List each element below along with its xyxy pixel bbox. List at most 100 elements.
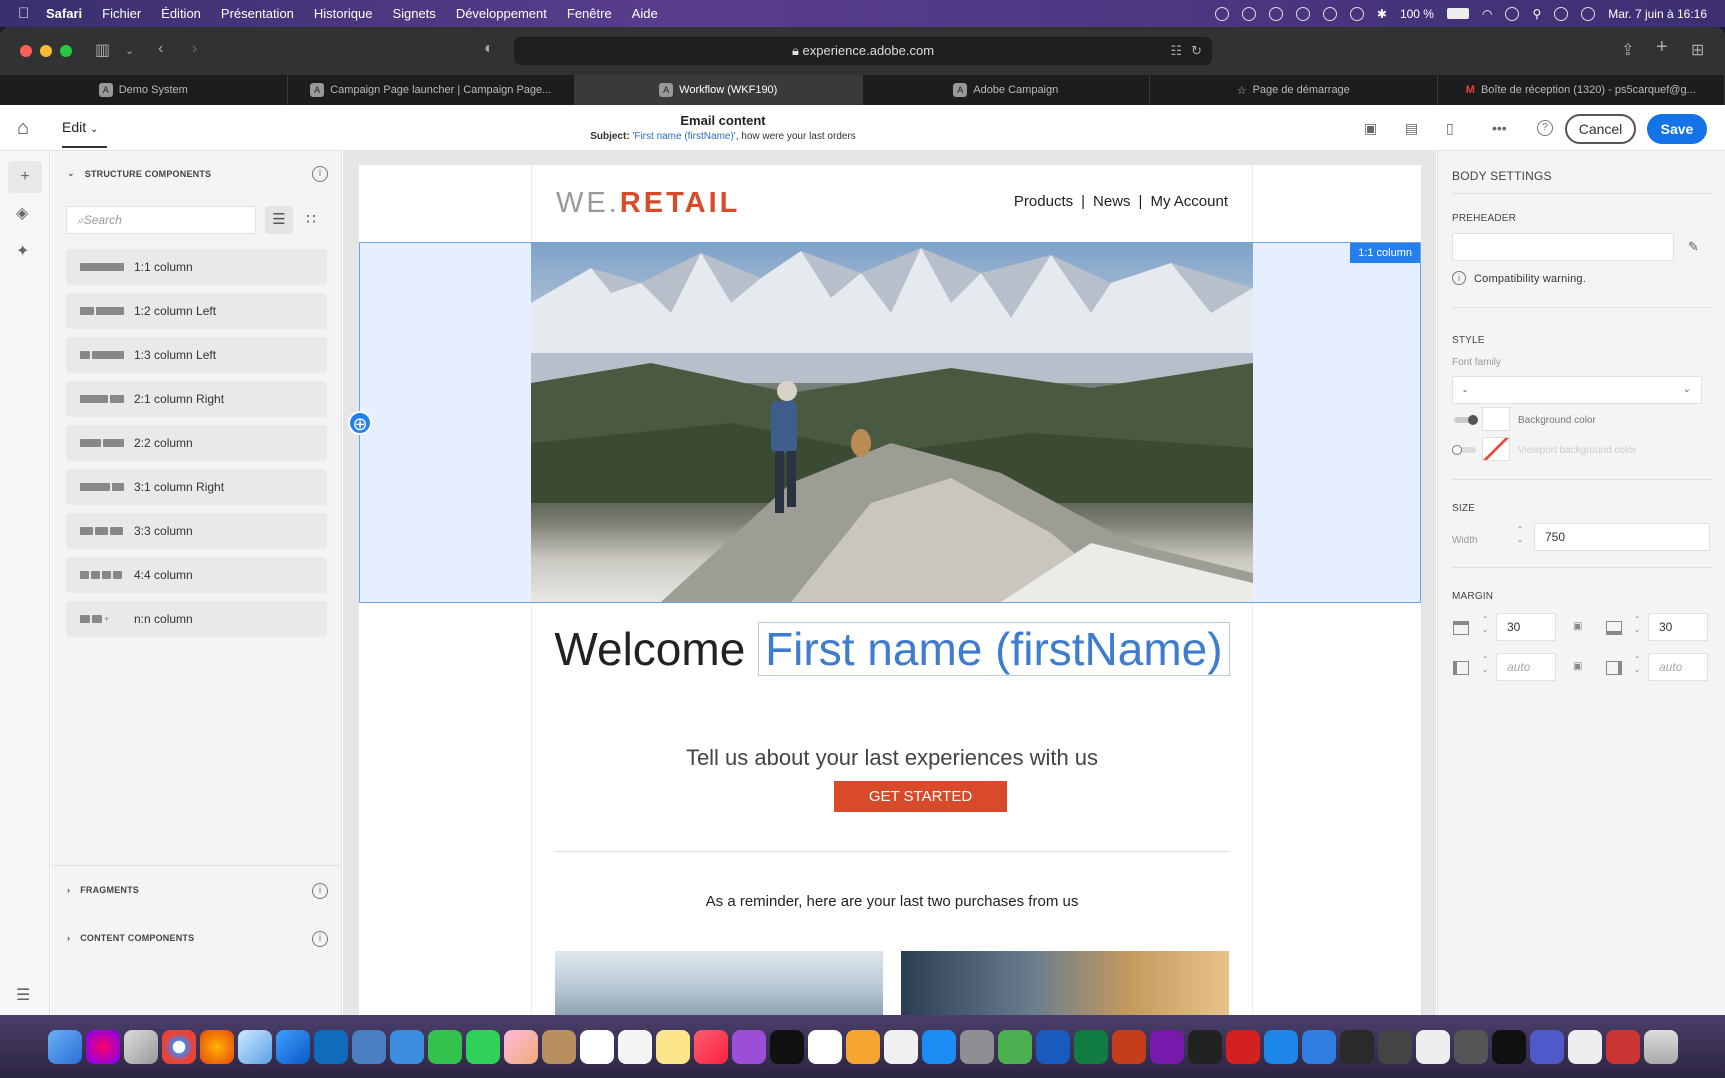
component-item[interactable]: 4:4 column — [66, 557, 327, 593]
search-input[interactable]: ⌕Search — [66, 206, 256, 234]
info-icon[interactable]: i — [312, 931, 328, 947]
numbers-icon[interactable] — [807, 1029, 842, 1064]
margin-left-stepper[interactable]: ⌃ ⌄ — [1478, 655, 1492, 675]
cancel-button[interactable]: Cancel — [1565, 114, 1636, 144]
menu-fichier[interactable]: Fichier — [102, 6, 141, 21]
pages-icon[interactable] — [883, 1029, 918, 1064]
inside-adobe-icon[interactable] — [1605, 1029, 1640, 1064]
outlook-icon[interactable] — [313, 1029, 348, 1064]
close-window-button[interactable] — [20, 45, 32, 57]
music-icon[interactable] — [693, 1029, 728, 1064]
control-center-icon[interactable] — [1554, 6, 1569, 21]
more-icon[interactable]: ••• — [1492, 120, 1507, 136]
width-input[interactable]: 750 — [1534, 523, 1710, 551]
excel-icon[interactable] — [1073, 1029, 1108, 1064]
component-item[interactable]: 1:2 column Left — [66, 293, 327, 329]
menubar-datetime[interactable]: Mar. 7 juin à 16:16 — [1608, 7, 1707, 21]
preheader-input[interactable] — [1452, 233, 1674, 261]
fragments-header[interactable]: › FRAGMENTS — [67, 885, 139, 895]
component-item[interactable]: 3:1 column Right — [66, 469, 327, 505]
menu-developpement[interactable]: Développement — [456, 6, 547, 21]
help-icon[interactable]: ? — [1537, 120, 1553, 136]
menu-fenetre[interactable]: Fenêtre — [567, 6, 612, 21]
app-icon[interactable] — [997, 1029, 1032, 1064]
app-icon[interactable] — [1377, 1029, 1412, 1064]
width-stepper[interactable]: ⌃ ⌄ — [1513, 525, 1527, 545]
firstname-personalization-token[interactable]: First name (firstName) — [758, 622, 1230, 676]
chrome-icon[interactable] — [161, 1029, 196, 1064]
lock-icon[interactable]: ▣ — [1573, 661, 1582, 672]
status-app-icon[interactable] — [1268, 6, 1283, 21]
viewport-background-toggle[interactable] — [1452, 445, 1476, 455]
tv-icon[interactable] — [769, 1029, 804, 1064]
reminder-text[interactable]: As a reminder, here are your last two pu… — [531, 893, 1253, 910]
user-icon[interactable] — [1505, 6, 1520, 21]
acrobat-icon[interactable] — [1225, 1029, 1260, 1064]
battery-icon[interactable] — [1446, 8, 1469, 19]
component-item[interactable]: 3:3 column — [66, 513, 327, 549]
email-subject[interactable]: Subject: 'First name (firstName)', how w… — [0, 131, 1446, 142]
finder-icon[interactable] — [47, 1029, 82, 1064]
photos-icon[interactable] — [503, 1029, 538, 1064]
content-components-header[interactable]: › CONTENT COMPONENTS — [67, 933, 194, 943]
app-icon[interactable] — [1301, 1029, 1336, 1064]
maps-icon[interactable] — [237, 1029, 272, 1064]
system-preferences-icon[interactable] — [959, 1029, 994, 1064]
mail-icon[interactable] — [389, 1029, 424, 1064]
component-item[interactable]: 2:2 column — [66, 425, 327, 461]
reload-icon[interactable]: ↻ — [1191, 37, 1202, 65]
component-item[interactable]: 2:1 column Right — [66, 381, 327, 417]
pencil-icon[interactable]: ✎ — [1688, 239, 1699, 255]
tab-campaign-page-launcher[interactable]: A Campaign Page launcher | Campaign Page.… — [288, 75, 575, 105]
settings-icon[interactable]: ☰ — [16, 985, 30, 1005]
background-color-swatch[interactable] — [1482, 407, 1510, 431]
margin-right-stepper[interactable]: ⌃ ⌄ — [1630, 655, 1644, 675]
shield-icon[interactable]: ◐ — [484, 40, 494, 58]
app-icon[interactable] — [1415, 1029, 1450, 1064]
document-icon[interactable] — [1567, 1029, 1602, 1064]
tab-page-de-demarrage[interactable]: ☆ Page de démarrage — [1150, 75, 1438, 105]
share-icon[interactable]: ⇪ — [1621, 40, 1634, 60]
contacts-icon[interactable] — [541, 1029, 576, 1064]
save-button[interactable]: Save — [1647, 114, 1707, 144]
viewport-background-swatch[interactable] — [1482, 437, 1510, 461]
facetime-icon[interactable] — [427, 1029, 462, 1064]
list-view-icon[interactable]: ☰ — [265, 206, 293, 234]
tab-gmail[interactable]: M Boîte de réception (1320) - ps5carquef@… — [1438, 75, 1725, 105]
siri-icon[interactable] — [85, 1029, 120, 1064]
powerpoint-icon[interactable] — [1111, 1029, 1146, 1064]
menu-presentation[interactable]: Présentation — [221, 6, 294, 21]
zoom-window-button[interactable] — [60, 45, 72, 57]
grid-view-icon[interactable]: ∷ — [297, 206, 325, 234]
activity-monitor-icon[interactable] — [1339, 1029, 1374, 1064]
sidebar-toggle-icon[interactable]: ▥ — [95, 40, 110, 60]
margin-top-stepper[interactable]: ⌃ ⌄ — [1478, 615, 1492, 635]
component-item[interactable]: + n:n column — [66, 601, 327, 637]
play-icon[interactable] — [1349, 6, 1364, 21]
brand-logo[interactable]: WE.RETAIL — [556, 187, 740, 220]
app-store-icon[interactable] — [921, 1029, 956, 1064]
notes-icon[interactable] — [655, 1029, 690, 1064]
app-icon[interactable] — [1263, 1029, 1298, 1064]
settings-panel-icon[interactable]: ▤ — [1405, 120, 1418, 137]
trash-icon[interactable] — [1643, 1029, 1678, 1064]
margin-right-input[interactable]: auto — [1648, 653, 1708, 681]
component-item[interactable]: 1:3 column Left — [66, 337, 327, 373]
safari-icon[interactable] — [275, 1029, 310, 1064]
add-icon[interactable]: + — [8, 161, 42, 193]
tagline-text[interactable]: Tell us about your last experiences with… — [531, 745, 1253, 771]
margin-top-input[interactable]: 30 — [1496, 613, 1556, 641]
siri-icon[interactable] — [1581, 6, 1596, 21]
teams-icon[interactable] — [1529, 1029, 1564, 1064]
product-image[interactable] — [555, 951, 883, 1015]
bluetooth-icon[interactable]: ✱ — [1377, 7, 1387, 21]
back-icon[interactable]: ‹ — [158, 40, 163, 58]
tab-overview-icon[interactable]: ⊞ — [1691, 40, 1704, 60]
search-icon[interactable]: ⚲ — [1532, 7, 1541, 21]
margin-left-input[interactable]: auto — [1496, 653, 1556, 681]
selection-label[interactable]: 1:1 column — [1350, 243, 1420, 263]
onenote-icon[interactable] — [1149, 1029, 1184, 1064]
status-app-icon[interactable] — [1241, 6, 1256, 21]
preview-icon[interactable]: ▣ — [1364, 120, 1377, 137]
firefox-icon[interactable] — [199, 1029, 234, 1064]
